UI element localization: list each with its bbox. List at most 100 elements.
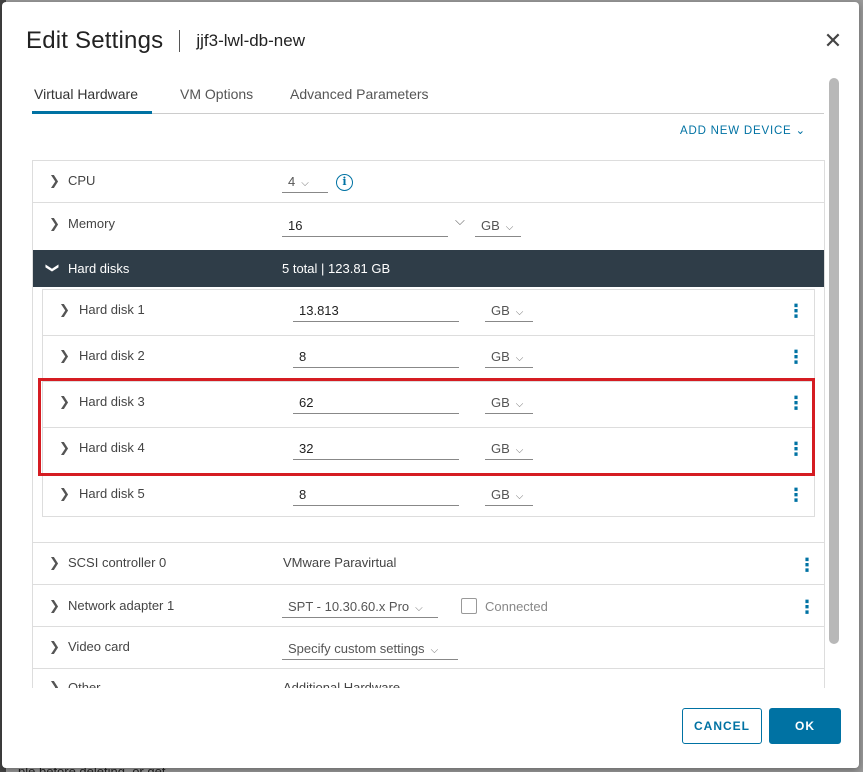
close-icon[interactable]: ✕ [820, 28, 846, 54]
hardware-list: ❯ CPU 4 ⌵ i ❯ Memory 16 ⌵ GB ⌵ ❯ Hard disk… [32, 160, 825, 688]
chevron-down-icon: ⌵ [515, 445, 524, 456]
dialog-title: Edit Settings [26, 27, 164, 54]
more-vertical-icon[interactable]: ⋮ [798, 556, 816, 574]
hard-disk-unit-select[interactable]: GB ⌵ [485, 438, 533, 460]
chevron-down-icon[interactable]: ❯ [44, 263, 60, 274]
chevron-right-icon[interactable]: ❯ [49, 679, 60, 688]
hard-disks-header[interactable]: ❯ Hard disks 5 total | 123.81 GB [33, 250, 824, 287]
chevron-down-icon: ⌵ [515, 399, 524, 410]
chevron-down-icon[interactable]: ⌵ [455, 213, 465, 229]
dialog-header: Edit Settings jjf3-lwl-db-new [26, 26, 305, 56]
hard-disk-unit-select[interactable]: GB ⌵ [485, 484, 533, 506]
hard-disks-panel: ❯ Hard disk 1 13.813 GB ⌵ ⋮ ❯ Hard disk 2… [42, 289, 815, 517]
hard-disk-label: Hard disk 3 [79, 394, 145, 409]
hard-disk-unit-select[interactable]: GB ⌵ [485, 346, 533, 368]
hard-disk-size-input[interactable]: 32 [293, 438, 459, 460]
chevron-right-icon[interactable]: ❯ [59, 486, 70, 502]
hard-disk-label: Hard disk 1 [79, 302, 145, 317]
chevron-down-icon: ⌵ [415, 603, 423, 614]
title-separator [179, 30, 181, 52]
hard-disk-size-input[interactable]: 13.813 [293, 300, 459, 322]
cpu-label: CPU [68, 173, 96, 188]
hard-disk-label: Hard disk 2 [79, 348, 145, 363]
add-new-device-button[interactable]: ADD NEW DEVICE ⌄ [680, 123, 806, 137]
more-vertical-icon[interactable]: ⋮ [787, 486, 805, 504]
hard-disk-unit-select[interactable]: GB ⌵ [485, 392, 533, 414]
connected-checkbox[interactable] [461, 598, 477, 614]
scsi-label: SCSI controller 0 [68, 555, 167, 570]
cancel-button[interactable]: CANCEL [682, 708, 762, 744]
more-vertical-icon[interactable]: ⋮ [798, 598, 816, 616]
chevron-down-icon: ⌵ [515, 491, 524, 502]
tab-advanced-parameters[interactable]: Advanced Parameters [290, 86, 429, 102]
cpu-select[interactable]: 4 ⌵ [282, 171, 328, 193]
chevron-down-icon: ⌵ [301, 178, 309, 189]
hard-disk-unit: GB [491, 441, 510, 456]
chevron-right-icon[interactable]: ❯ [49, 598, 60, 614]
more-vertical-icon[interactable]: ⋮ [787, 440, 805, 458]
video-card-value: Specify custom settings [288, 641, 425, 656]
scsi-value: VMware Paravirtual [283, 555, 397, 570]
memory-unit-select[interactable]: GB ⌵ [475, 215, 521, 237]
cpu-value: 4 [288, 174, 296, 189]
network-row: ❯ Network adapter 1 SPT - 10.30.60.x Pro… [33, 585, 824, 627]
scrollbar-thumb[interactable] [829, 78, 839, 644]
hard-disk-unit: GB [491, 349, 510, 364]
network-label: Network adapter 1 [68, 598, 175, 613]
memory-unit: GB [481, 218, 500, 233]
info-icon[interactable]: i [336, 174, 353, 191]
hard-disk-unit-select[interactable]: GB ⌵ [485, 300, 533, 322]
chevron-right-icon[interactable]: ❯ [59, 440, 70, 456]
other-label: Other [68, 680, 101, 688]
video-card-select[interactable]: Specify custom settings ⌵ [282, 638, 458, 660]
tab-virtual-hardware[interactable]: Virtual Hardware [34, 86, 138, 102]
memory-row: ❯ Memory 16 ⌵ GB ⌵ [33, 203, 824, 250]
other-value: Additional Hardware [283, 680, 401, 688]
ok-button[interactable]: OK [769, 708, 841, 744]
tab-bar: Virtual Hardware VM Options Advanced Par… [32, 80, 824, 114]
chevron-right-icon[interactable]: ❯ [49, 639, 60, 655]
more-vertical-icon[interactable]: ⋮ [787, 302, 805, 320]
hard-disk-row: ❯ Hard disk 3 62 GB ⌵ ⋮ [43, 382, 814, 428]
hard-disk-row: ❯ Hard disk 4 32 GB ⌵ ⋮ [43, 428, 814, 474]
edit-settings-dialog: Edit Settings jjf3-lwl-db-new ✕ Virtual … [2, 2, 859, 768]
hard-disk-label: Hard disk 4 [79, 440, 145, 455]
hard-disk-unit: GB [491, 395, 510, 410]
more-vertical-icon[interactable]: ⋮ [787, 348, 805, 366]
vm-name: jjf3-lwl-db-new [196, 31, 305, 50]
chevron-right-icon[interactable]: ❯ [59, 348, 70, 364]
video-card-row: ❯ Video card Specify custom settings ⌵ [33, 627, 824, 669]
active-tab-indicator [32, 111, 152, 114]
hard-disk-label: Hard disk 5 [79, 486, 145, 501]
tab-vm-options[interactable]: VM Options [180, 86, 253, 102]
connected-label: Connected [485, 599, 548, 614]
chevron-down-icon: ⌵ [515, 353, 524, 364]
chevron-down-icon: ⌵ [430, 645, 439, 656]
chevron-down-icon: ⌵ [505, 222, 514, 233]
network-value: SPT - 10.30.60.x Pro [288, 599, 410, 614]
scsi-row: ❯ SCSI controller 0 VMware Paravirtual ⋮ [33, 543, 824, 585]
more-vertical-icon[interactable]: ⋮ [787, 394, 805, 412]
hard-disk-row: ❯ Hard disk 1 13.813 GB ⌵ ⋮ [43, 290, 814, 336]
hard-disk-row: ❯ Hard disk 5 8 GB ⌵ ⋮ [43, 474, 814, 520]
chevron-right-icon[interactable]: ❯ [49, 555, 60, 571]
hard-disk-unit: GB [491, 303, 510, 318]
hard-disk-size-input[interactable]: 8 [293, 484, 459, 506]
chevron-right-icon[interactable]: ❯ [49, 173, 60, 189]
other-row: ❯ Other Additional Hardware [33, 669, 824, 688]
chevron-right-icon[interactable]: ❯ [59, 394, 70, 410]
cpu-row: ❯ CPU 4 ⌵ i [33, 161, 824, 203]
hard-disk-size-input[interactable]: 62 [293, 392, 459, 414]
memory-input[interactable]: 16 [282, 215, 448, 237]
memory-label: Memory [68, 216, 115, 231]
hard-disks-summary: 5 total | 123.81 GB [282, 261, 391, 276]
hard-disk-size-input[interactable]: 8 [293, 346, 459, 368]
chevron-right-icon[interactable]: ❯ [49, 216, 60, 232]
hard-disk-unit: GB [491, 487, 510, 502]
video-card-label: Video card [68, 639, 130, 654]
hard-disk-row: ❯ Hard disk 2 8 GB ⌵ ⋮ [43, 336, 814, 382]
chevron-right-icon[interactable]: ❯ [59, 302, 70, 318]
network-select[interactable]: SPT - 10.30.60.x Pro ⌵ [282, 596, 438, 618]
chevron-down-icon: ⌵ [515, 307, 524, 318]
hard-disks-label: Hard disks [68, 261, 130, 276]
